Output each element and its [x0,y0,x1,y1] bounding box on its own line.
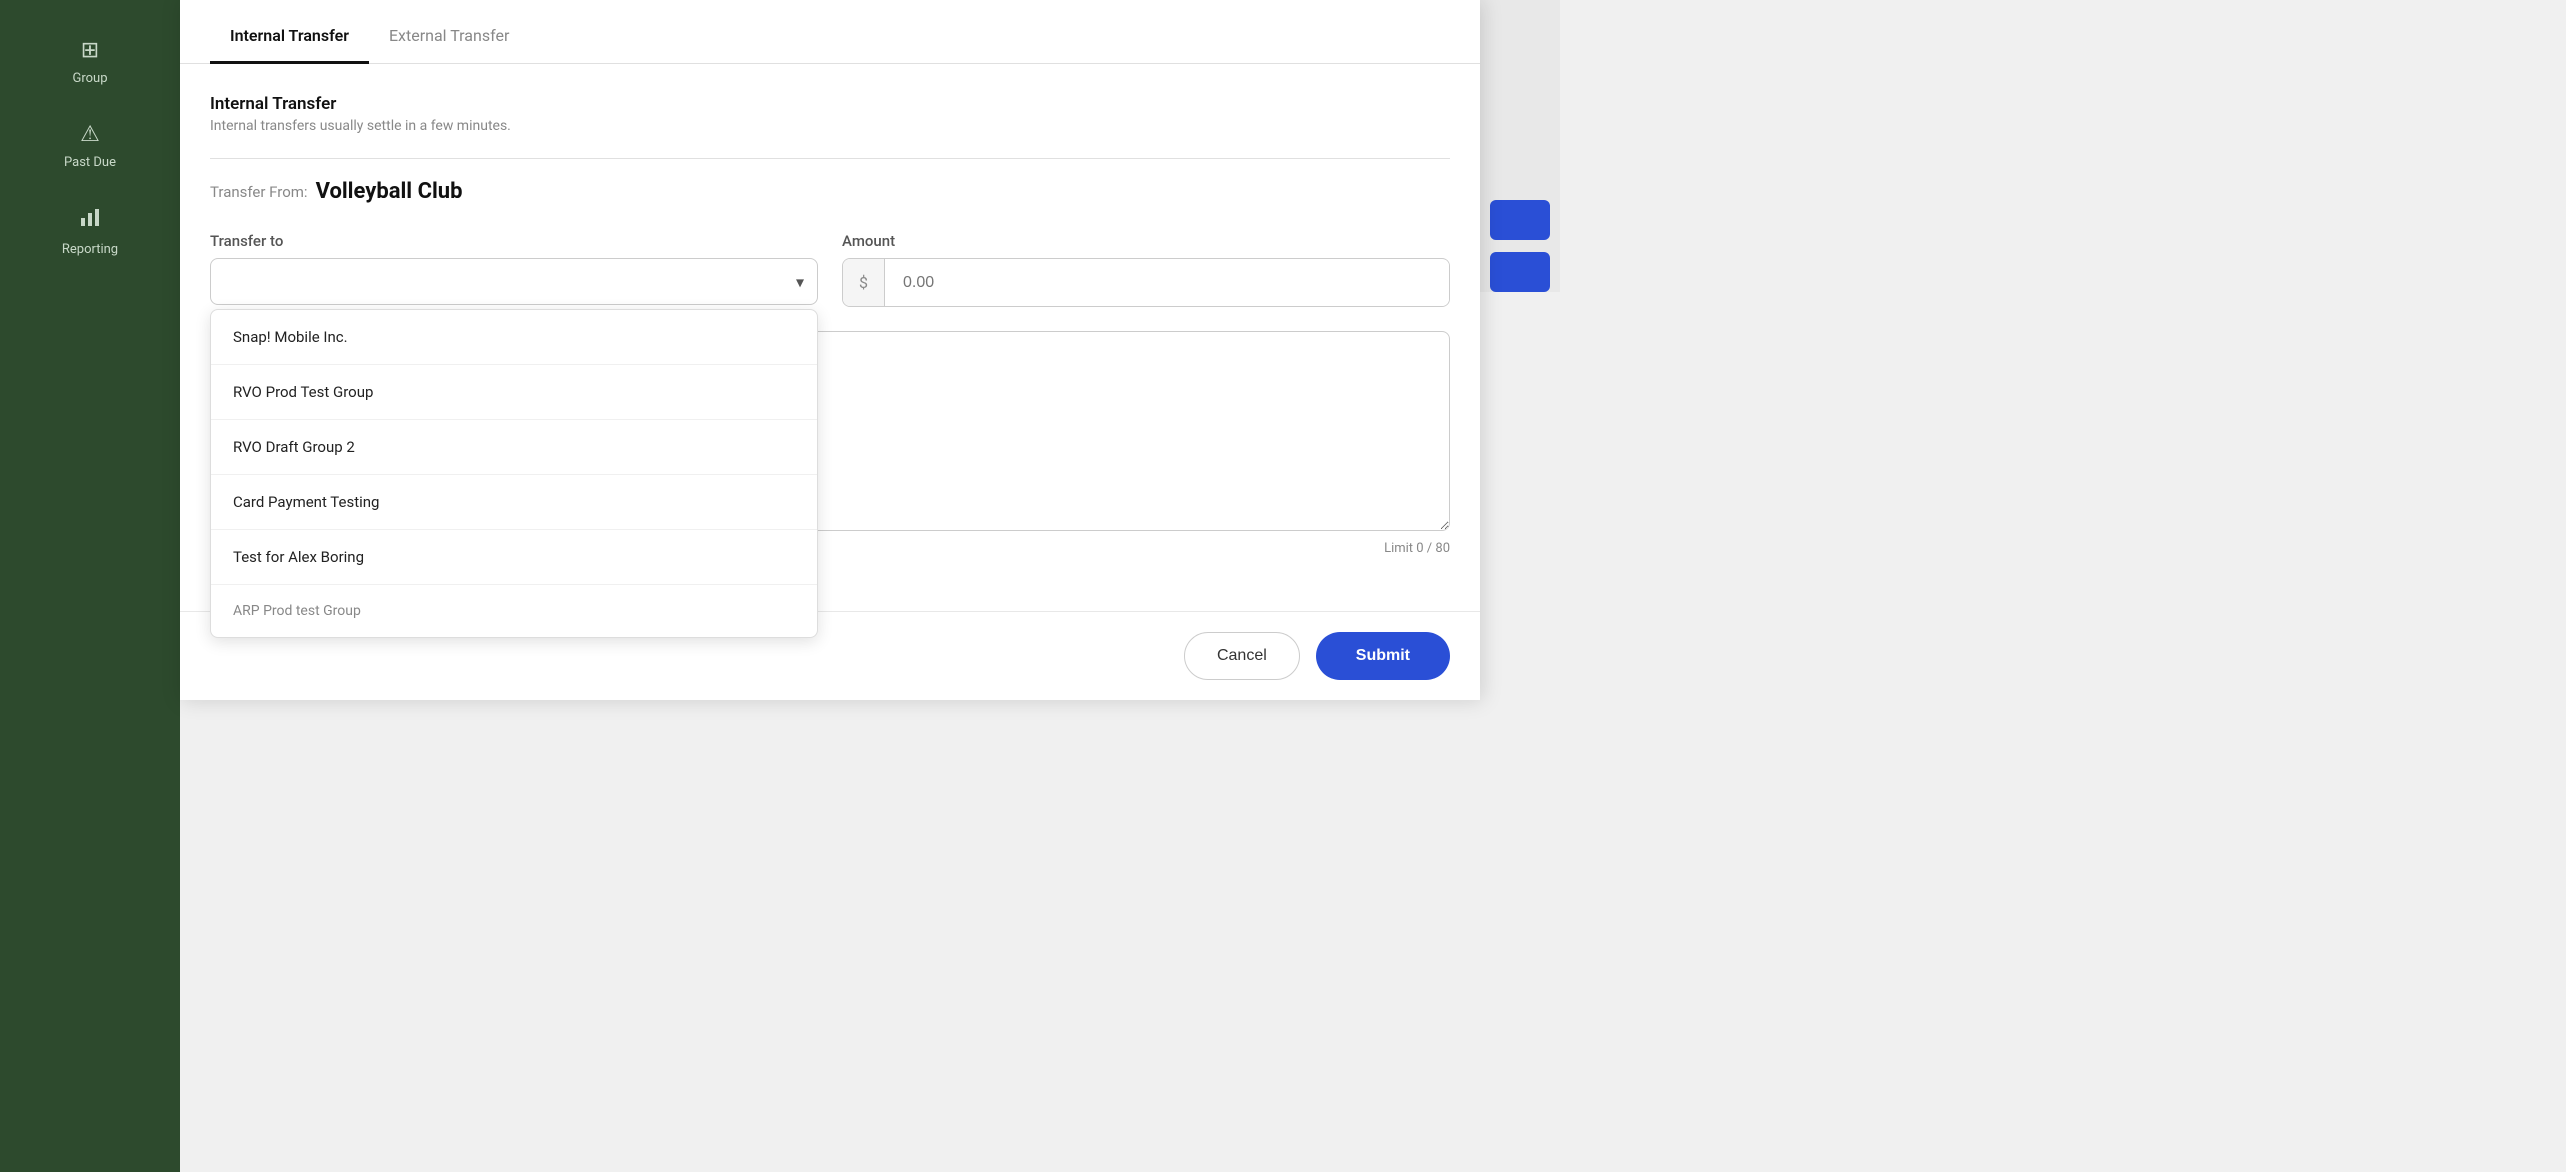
sidebar: ⊞ Group ⚠ Past Due Reporting [0,0,180,1172]
tabs-bar: Internal Transfer External Transfer [180,0,1480,64]
dropdown-item-card-payment[interactable]: Card Payment Testing [211,475,817,530]
divider [210,158,1450,159]
modal-container: Internal Transfer External Transfer Inte… [180,0,1480,700]
transfer-to-select[interactable] [210,258,818,305]
sidebar-item-group-label: Group [72,71,107,86]
transfer-amount-row: Transfer to ▾ Snap! Mobile Inc. R [210,232,1450,307]
dropdown-item-arp-prod[interactable]: ARP Prod test Group [211,585,817,637]
transfer-from-row: Transfer From: Volleyball Club [210,179,1450,204]
right-panel [1480,0,1560,292]
sidebar-item-past-due[interactable]: ⚠ Past Due [0,104,180,188]
transfer-from-value: Volleyball Club [316,179,463,204]
chart-icon [79,206,101,234]
amount-group: Amount $ [842,232,1450,307]
form-content: Internal Transfer Internal transfers usu… [180,64,1480,611]
amount-prefix: $ [843,259,885,306]
section-subtitle: Internal transfers usually settle in a f… [210,118,1450,134]
main-area: Internal Transfer External Transfer Inte… [180,0,2566,1172]
amount-input[interactable] [885,260,1449,306]
tab-internal-transfer[interactable]: Internal Transfer [210,10,369,64]
sidebar-item-reporting[interactable]: Reporting [0,188,180,275]
dropdown-item-test-alex[interactable]: Test for Alex Boring [211,530,817,585]
transfer-from-label: Transfer From: [210,183,308,201]
amount-label: Amount [842,232,1450,250]
warning-icon: ⚠ [80,122,100,147]
right-panel-btn-1 [1490,200,1550,240]
sidebar-item-past-due-label: Past Due [64,155,116,170]
cancel-button[interactable]: Cancel [1184,632,1300,680]
transfer-to-group: Transfer to ▾ Snap! Mobile Inc. R [210,232,818,305]
dropdown-item-rvo-prod[interactable]: RVO Prod Test Group [211,365,817,420]
sidebar-item-reporting-label: Reporting [62,242,118,257]
group-icon: ⊞ [81,38,99,63]
sidebar-item-group[interactable]: ⊞ Group [0,20,180,104]
amount-input-wrapper: $ [842,258,1450,307]
tab-external-transfer[interactable]: External Transfer [369,10,529,64]
right-panel-btn-2 [1490,252,1550,292]
dropdown-item-snap-mobile[interactable]: Snap! Mobile Inc. [211,310,817,365]
section-title: Internal Transfer [210,94,1450,114]
dropdown-item-rvo-draft[interactable]: RVO Draft Group 2 [211,420,817,475]
transfer-to-select-wrapper: ▾ Snap! Mobile Inc. RVO Prod Test Group … [210,258,818,305]
submit-button[interactable]: Submit [1316,632,1450,680]
transfer-to-label: Transfer to [210,232,818,250]
transfer-to-dropdown: Snap! Mobile Inc. RVO Prod Test Group RV… [210,309,818,638]
